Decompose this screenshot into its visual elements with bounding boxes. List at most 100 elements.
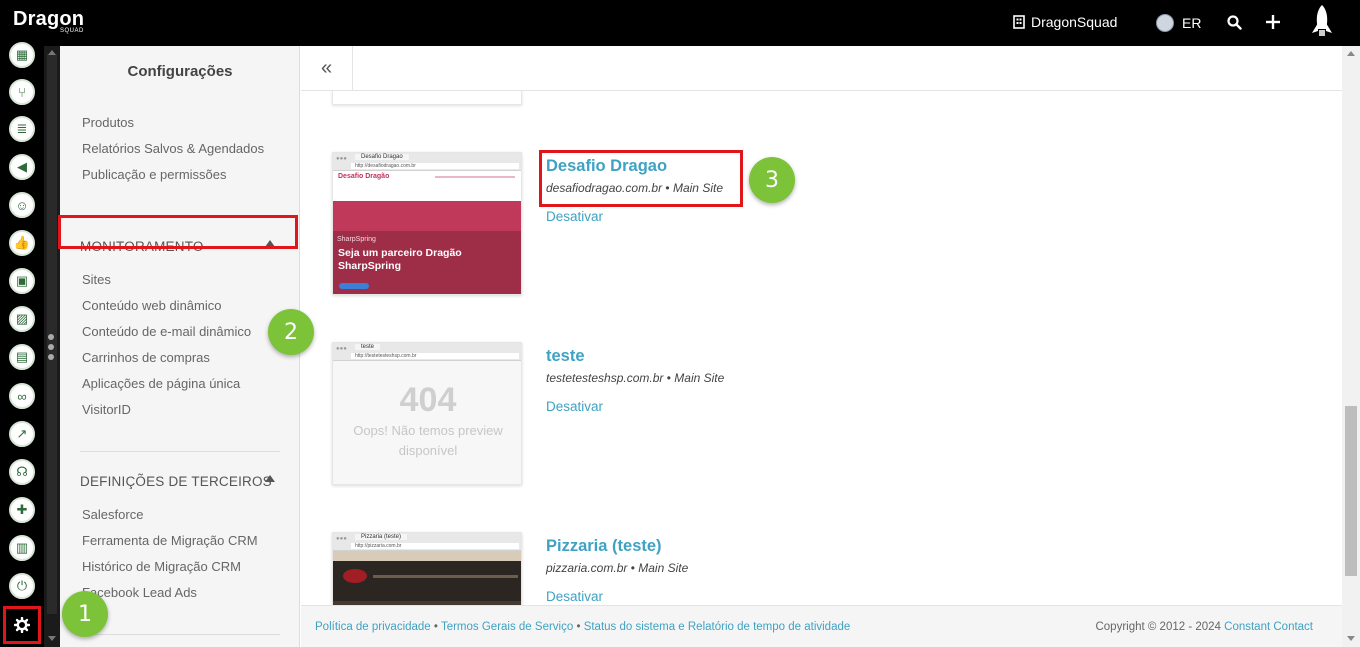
collapse-bar: « [301, 46, 1342, 91]
main-content: « ●●● Desafio Dragao http://desafiodraga… [301, 46, 1342, 605]
plug-icon[interactable]: ⏻ [9, 573, 35, 599]
browser-bar: ●●● Pizzaria (teste) http://pizzaria.com… [333, 533, 521, 551]
bar-chart-icon[interactable]: ▥ [9, 535, 35, 561]
branch-icon[interactable]: ⑂ [9, 79, 35, 105]
chat-icon[interactable]: ☺ [9, 192, 35, 218]
headset-icon[interactable]: ☊ [9, 459, 35, 485]
privacy-link[interactable]: Política de privacidade [315, 621, 431, 633]
panel-resize-handle[interactable] [48, 334, 56, 364]
preview-tab: teste [355, 344, 381, 350]
map-icon[interactable]: ▦ [9, 42, 35, 68]
preview-headline: Seja um parceiro Dragão SharpSpring [338, 247, 462, 272]
settings-link-crm-migration-tool[interactable]: Ferramenta de Migração CRM [82, 533, 258, 548]
site-name-link[interactable]: teste [546, 347, 585, 366]
deactivate-link[interactable]: Desativar [546, 399, 603, 414]
settings-link-sites[interactable]: Sites [82, 272, 111, 287]
preview-url: http://pizzaria.com.br [351, 543, 519, 549]
separator: • [433, 621, 438, 633]
deactivate-link[interactable]: Desativar [546, 209, 603, 224]
add-user-icon[interactable]: ✚ [9, 497, 35, 523]
settings-link-dynamic-web[interactable]: Conteúdo web dinâmico [82, 298, 221, 313]
thumbs-up-icon[interactable]: 👍 [9, 230, 35, 256]
step-badge-3: 3 [749, 157, 795, 203]
copyright: Copyright © 2012 - 2024 Constant Contact [1095, 621, 1313, 633]
site-domain: testetesteshsp.com.br • Main Site [546, 371, 724, 385]
footer-links: Política de privacidade • Termos Gerais … [315, 621, 850, 633]
settings-link-products[interactable]: Produtos [82, 115, 134, 130]
search-icon[interactable] [1227, 15, 1242, 30]
main-scrollbar[interactable] [1342, 46, 1360, 647]
scroll-down-icon[interactable] [1347, 636, 1355, 641]
settings-link-single-page-apps[interactable]: Aplicações de página única [82, 376, 240, 391]
preview-cta [339, 283, 369, 289]
separator: • [666, 371, 671, 385]
window-dots-icon: ●●● [336, 346, 347, 352]
site-name-link[interactable]: Pizzaria (teste) [546, 537, 662, 556]
preview-tab: Pizzaria (teste) [355, 534, 408, 540]
settings-link-dynamic-email[interactable]: Conteúdo de e-mail dinâmico [82, 324, 251, 339]
double-chevron-left-icon: « [320, 57, 333, 79]
scroll-up-icon[interactable] [1347, 51, 1355, 56]
org-switcher[interactable]: DragonSquad [1013, 14, 1117, 30]
settings-link-publishing[interactable]: Publicação e permissões [82, 167, 227, 182]
user-initials: ER [1182, 15, 1202, 31]
image-icon[interactable]: ▨ [9, 306, 35, 332]
plus-icon[interactable] [1265, 14, 1281, 30]
copyright-text: Copyright © 2012 - 2024 [1095, 621, 1221, 633]
highlight-site-name [539, 150, 743, 207]
list-icon[interactable]: ≣ [9, 116, 35, 142]
app-logo-sub: SQUAD [60, 28, 84, 34]
preview-tab: Desafio Dragao [355, 154, 409, 160]
highlight-sites [58, 215, 298, 249]
separator: • [630, 561, 635, 575]
settings-link-saved-reports[interactable]: Relatórios Salvos & Agendados [82, 141, 264, 156]
separator: • [576, 621, 581, 633]
top-bar: Dragon SQUAD DragonSquad ER [0, 0, 1360, 46]
divider [80, 451, 280, 452]
settings-link-shopping-carts[interactable]: Carrinhos de compras [82, 350, 210, 365]
nav-scroll-down-icon[interactable] [48, 636, 56, 641]
divider [80, 634, 280, 635]
step-badge-2: 2 [268, 309, 314, 355]
nav-scroll-up-icon[interactable] [48, 50, 56, 55]
site-domain: pizzaria.com.br • Main Site [546, 561, 688, 575]
gear-icon [14, 617, 30, 633]
window-dots-icon: ●●● [336, 156, 347, 162]
site-preview[interactable]: ●●● Desafio Dragao http://desafiodragao.… [332, 152, 522, 295]
handshake-icon[interactable]: ∞ [9, 383, 35, 409]
window-dots-icon: ●●● [336, 536, 347, 542]
settings-link-crm-migration-history[interactable]: Histórico de Migração CRM [82, 559, 241, 574]
tv-icon[interactable]: ▣ [9, 268, 35, 294]
app-nav-bar: ▦ ⑂ ≣ ◀ ☺ 👍 ▣ ▨ ▤ ∞ ↗ ☊ ✚ ▥ ⏻ [0, 42, 44, 647]
step-badge-1: 1 [62, 591, 108, 637]
rocket-icon[interactable] [1308, 3, 1336, 41]
collapse-panel-button[interactable]: « [301, 46, 353, 91]
settings-link-visitorid[interactable]: VisitorID [82, 402, 131, 417]
company-link[interactable]: Constant Contact [1224, 621, 1313, 633]
third-party-heading[interactable]: DEFINIÇÕES DE TERCEIROS [80, 474, 272, 489]
site-preview[interactable]: ●●● teste http://testetesteshsp.com.br 4… [332, 342, 522, 485]
terms-link[interactable]: Termos Gerais de Serviço [441, 621, 573, 633]
preview-header: Desafio Dragão [333, 171, 521, 187]
site-preview[interactable]: ●●● Pizzaria (teste) http://pizzaria.com… [332, 532, 522, 605]
site-domain-text: pizzaria.com.br [546, 561, 628, 575]
preview-photo [333, 561, 521, 605]
avatar [1156, 14, 1174, 32]
caret-up-icon[interactable] [265, 475, 275, 482]
trend-chart-icon[interactable]: ↗ [9, 421, 35, 447]
deactivate-link[interactable]: Desativar [546, 589, 603, 604]
org-name: DragonSquad [1031, 14, 1118, 30]
megaphone-icon[interactable]: ◀ [9, 154, 35, 180]
user-menu[interactable]: ER [1156, 14, 1201, 32]
preview-header-title: Desafio Dragão [338, 173, 390, 180]
site-tag: Main Site [674, 371, 725, 385]
calendar-icon[interactable]: ▤ [9, 344, 35, 370]
site-tag: Main Site [638, 561, 689, 575]
main-scrollbar-thumb[interactable] [1345, 406, 1357, 576]
status-link[interactable]: Status do sistema e Relatório de tempo d… [584, 621, 851, 633]
preview-url: http://desafiodragao.com.br [351, 163, 519, 169]
preview-hero: SharpSpring Seja um parceiro Dragão Shar… [333, 201, 521, 294]
preview-intro [333, 187, 521, 201]
settings-link-salesforce[interactable]: Salesforce [82, 507, 143, 522]
settings-nav-button[interactable] [3, 606, 41, 644]
